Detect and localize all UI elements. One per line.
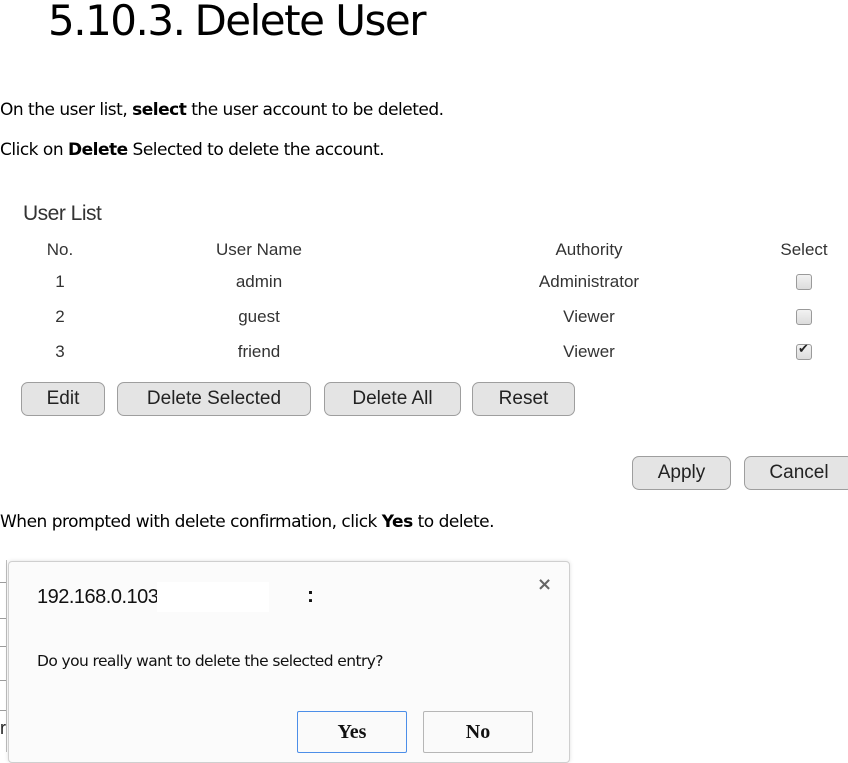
no-button[interactable]: No bbox=[423, 711, 533, 753]
cell-select bbox=[760, 264, 848, 299]
text: When prompted with delete confirmation, … bbox=[0, 512, 382, 532]
cell-authority: Administrator bbox=[538, 271, 640, 291]
bold-text: select bbox=[132, 100, 187, 120]
section-heading: 5.10.3. Delete User bbox=[48, 0, 427, 45]
user-list-title: User List bbox=[23, 202, 102, 225]
table-row: 3 friend Viewer bbox=[20, 334, 848, 369]
column-header-authority: Authority bbox=[555, 240, 623, 259]
divider bbox=[0, 680, 6, 681]
background-text-fragment: r bbox=[0, 718, 6, 738]
cell-select bbox=[760, 334, 848, 369]
delete-confirm-dialog: 192.168.0.103 : × Do you really want to … bbox=[8, 561, 570, 763]
text: the user account to be deleted. bbox=[186, 100, 444, 120]
apply-button[interactable]: Apply bbox=[632, 456, 731, 490]
bold-text: Delete bbox=[68, 140, 128, 160]
instruction-delete: Click on Delete Selected to delete the a… bbox=[0, 140, 385, 160]
divider bbox=[0, 582, 6, 583]
cell-select bbox=[760, 299, 848, 334]
cell-username: guest bbox=[238, 306, 280, 326]
select-checkbox[interactable] bbox=[796, 274, 812, 291]
text: On the user list, bbox=[0, 100, 133, 120]
instruction-confirm: When prompted with delete confirmation, … bbox=[0, 512, 495, 532]
dialog-host: 192.168.0.103 bbox=[37, 586, 159, 608]
instruction-select: On the user list, select the user accoun… bbox=[0, 100, 444, 120]
table-row: 1 admin Administrator bbox=[20, 264, 848, 299]
column-header-no: No. bbox=[46, 240, 74, 259]
column-header-username: User Name bbox=[216, 240, 302, 259]
edit-button[interactable]: Edit bbox=[21, 382, 105, 416]
section-number: 5.10.3. bbox=[48, 0, 186, 45]
cancel-button[interactable]: Cancel bbox=[744, 456, 848, 490]
reset-button[interactable]: Reset bbox=[472, 382, 575, 416]
redacted-area bbox=[157, 582, 269, 612]
text: Click on bbox=[0, 140, 68, 160]
text: Selected to delete the account. bbox=[127, 140, 385, 160]
dialog-host-colon: : bbox=[307, 584, 314, 607]
select-checkbox[interactable] bbox=[796, 309, 812, 326]
select-checkbox[interactable] bbox=[796, 342, 812, 361]
delete-all-button[interactable]: Delete All bbox=[324, 382, 461, 416]
close-icon[interactable]: × bbox=[537, 574, 552, 595]
divider bbox=[0, 618, 6, 619]
yes-button[interactable]: Yes bbox=[297, 711, 407, 753]
cell-username: admin bbox=[235, 271, 283, 291]
cell-no: 1 bbox=[55, 271, 65, 291]
column-header-select: Select bbox=[780, 240, 828, 259]
cell-username: friend bbox=[237, 341, 281, 361]
cell-no: 3 bbox=[55, 341, 65, 361]
bold-text: Yes bbox=[381, 512, 413, 532]
delete-selected-button[interactable]: Delete Selected bbox=[117, 382, 311, 416]
table-row: 2 guest Viewer bbox=[20, 299, 848, 334]
table-header-row: No. User Name Authority Select bbox=[20, 236, 848, 264]
divider bbox=[0, 646, 6, 647]
divider bbox=[0, 710, 6, 711]
cell-authority: Viewer bbox=[563, 306, 615, 326]
text: to delete. bbox=[412, 512, 495, 532]
cell-authority: Viewer bbox=[563, 341, 615, 361]
section-title: Delete User bbox=[194, 0, 426, 45]
dialog-message: Do you really want to delete the selecte… bbox=[37, 652, 384, 670]
user-table: No. User Name Authority Select 1 admin A… bbox=[20, 236, 848, 369]
cell-no: 2 bbox=[55, 306, 65, 326]
